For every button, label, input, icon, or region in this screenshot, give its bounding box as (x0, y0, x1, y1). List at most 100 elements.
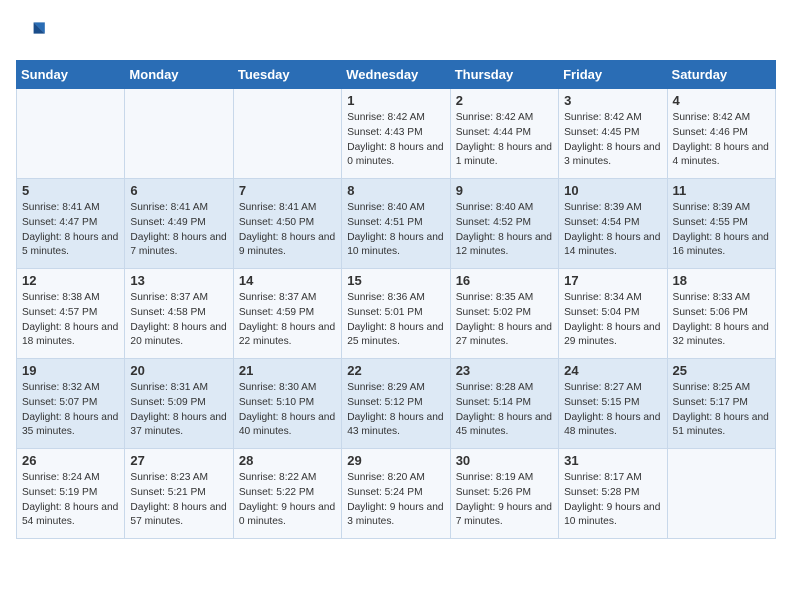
calendar-cell: 25Sunrise: 8:25 AMSunset: 5:17 PMDayligh… (667, 359, 775, 449)
day-number: 31 (564, 453, 661, 468)
day-number: 7 (239, 183, 336, 198)
logo-icon (16, 16, 48, 48)
calendar-cell: 10 Sunrise: 8:39 AMSunset: 4:54 PMDayligh… (559, 179, 667, 269)
calendar-week-row: 5 Sunrise: 8:41 AMSunset: 4:47 PMDaylight… (17, 179, 776, 269)
calendar-cell: 13 Sunrise: 8:37 AMSunset: 4:58 PMDayligh… (125, 269, 233, 359)
calendar-cell: 28 Sunrise: 8:22 AMSunset: 5:22 PMDayligh… (233, 449, 341, 539)
cell-info: Sunrise: 8:33 AMSunset: 5:06 PMDaylight:… (673, 291, 770, 350)
day-number: 27 (130, 453, 227, 468)
day-number: 11 (673, 183, 770, 198)
day-number: 20 (130, 363, 227, 378)
calendar-cell: 23 Sunrise: 8:28 AMSunset: 5:14 PMDayligh… (450, 359, 558, 449)
cell-info: Sunrise: 8:24 AMSunset: 5:19 PMDaylight:… (22, 471, 119, 530)
calendar-cell: 19 Sunrise: 8:32 AMSunset: 5:07 PMDayligh… (17, 359, 125, 449)
calendar-cell: 11 Sunrise: 8:39 AMSunset: 4:55 PMDayligh… (667, 179, 775, 269)
cell-info: Sunrise: 8:22 AMSunset: 5:22 PMDaylight:… (239, 471, 336, 530)
cell-info: Sunrise: 8:41 AMSunset: 4:49 PMDaylight:… (130, 201, 227, 260)
weekday-header-sunday: Sunday (17, 61, 125, 89)
weekday-header-tuesday: Tuesday (233, 61, 341, 89)
calendar-cell: 21 Sunrise: 8:30 AMSunset: 5:10 PMDayligh… (233, 359, 341, 449)
cell-info: Sunrise: 8:29 AMSunset: 5:12 PMDaylight:… (347, 381, 444, 440)
calendar-cell: 31 Sunrise: 8:17 AMSunset: 5:28 PMDayligh… (559, 449, 667, 539)
weekday-header-wednesday: Wednesday (342, 61, 450, 89)
day-number: 29 (347, 453, 444, 468)
cell-info: Sunrise: 8:28 AMSunset: 5:14 PMDaylight:… (456, 381, 553, 440)
calendar-cell (667, 449, 775, 539)
calendar-cell: 20Sunrise: 8:31 AMSunset: 5:09 PMDayligh… (125, 359, 233, 449)
day-number: 26 (22, 453, 119, 468)
calendar-cell: 29 Sunrise: 8:20 AMSunset: 5:24 PMDayligh… (342, 449, 450, 539)
day-number: 28 (239, 453, 336, 468)
day-number: 19 (22, 363, 119, 378)
calendar-cell (125, 89, 233, 179)
day-number: 24 (564, 363, 661, 378)
calendar-week-row: 26 Sunrise: 8:24 AMSunset: 5:19 PMDayligh… (17, 449, 776, 539)
calendar-cell: 17 Sunrise: 8:34 AMSunset: 5:04 PMDayligh… (559, 269, 667, 359)
day-number: 17 (564, 273, 661, 288)
day-number: 30 (456, 453, 553, 468)
weekday-header-row: SundayMondayTuesdayWednesdayThursdayFrid… (17, 61, 776, 89)
day-number: 9 (456, 183, 553, 198)
calendar-cell: 27 Sunrise: 8:23 AMSunset: 5:21 PMDayligh… (125, 449, 233, 539)
calendar-cell: 30Sunrise: 8:19 AMSunset: 5:26 PMDayligh… (450, 449, 558, 539)
day-number: 8 (347, 183, 444, 198)
calendar-cell: 12 Sunrise: 8:38 AMSunset: 4:57 PMDayligh… (17, 269, 125, 359)
calendar-cell: 7Sunrise: 8:41 AMSunset: 4:50 PMDaylight… (233, 179, 341, 269)
day-number: 12 (22, 273, 119, 288)
day-number: 18 (673, 273, 770, 288)
day-number: 23 (456, 363, 553, 378)
calendar-cell: 4 Sunrise: 8:42 AMSunset: 4:46 PMDaylight… (667, 89, 775, 179)
cell-info: Sunrise: 8:34 AMSunset: 5:04 PMDaylight:… (564, 291, 661, 350)
cell-info: Sunrise: 8:40 AMSunset: 4:52 PMDaylight:… (456, 201, 553, 260)
calendar-cell: 6 Sunrise: 8:41 AMSunset: 4:49 PMDaylight… (125, 179, 233, 269)
cell-info: Sunrise: 8:38 AMSunset: 4:57 PMDaylight:… (22, 291, 119, 350)
day-number: 16 (456, 273, 553, 288)
cell-info: Sunrise: 8:42 AMSunset: 4:44 PMDaylight:… (456, 111, 553, 170)
calendar-cell: 22Sunrise: 8:29 AMSunset: 5:12 PMDayligh… (342, 359, 450, 449)
calendar-cell: 9 Sunrise: 8:40 AMSunset: 4:52 PMDaylight… (450, 179, 558, 269)
cell-info: Sunrise: 8:39 AMSunset: 4:54 PMDaylight:… (564, 201, 661, 260)
cell-info: Sunrise: 8:37 AMSunset: 4:58 PMDaylight:… (130, 291, 227, 350)
day-number: 4 (673, 93, 770, 108)
day-number: 15 (347, 273, 444, 288)
cell-info: Sunrise: 8:40 AMSunset: 4:51 PMDaylight:… (347, 201, 444, 260)
weekday-header-saturday: Saturday (667, 61, 775, 89)
calendar-cell: 5 Sunrise: 8:41 AMSunset: 4:47 PMDaylight… (17, 179, 125, 269)
day-number: 14 (239, 273, 336, 288)
cell-info: Sunrise: 8:17 AMSunset: 5:28 PMDaylight:… (564, 471, 661, 530)
cell-info: Sunrise: 8:41 AMSunset: 4:47 PMDaylight:… (22, 201, 119, 260)
cell-info: Sunrise: 8:20 AMSunset: 5:24 PMDaylight:… (347, 471, 444, 530)
calendar-week-row: 12 Sunrise: 8:38 AMSunset: 4:57 PMDayligh… (17, 269, 776, 359)
calendar-cell: 8 Sunrise: 8:40 AMSunset: 4:51 PMDaylight… (342, 179, 450, 269)
calendar-cell: 16 Sunrise: 8:35 AMSunset: 5:02 PMDayligh… (450, 269, 558, 359)
calendar-cell: 26 Sunrise: 8:24 AMSunset: 5:19 PMDayligh… (17, 449, 125, 539)
logo (16, 16, 52, 48)
day-number: 21 (239, 363, 336, 378)
day-number: 13 (130, 273, 227, 288)
weekday-header-monday: Monday (125, 61, 233, 89)
day-number: 2 (456, 93, 553, 108)
weekday-header-friday: Friday (559, 61, 667, 89)
cell-info: Sunrise: 8:35 AMSunset: 5:02 PMDaylight:… (456, 291, 553, 350)
day-number: 5 (22, 183, 119, 198)
cell-info: Sunrise: 8:36 AMSunset: 5:01 PMDaylight:… (347, 291, 444, 350)
cell-info: Sunrise: 8:42 AMSunset: 4:43 PMDaylight:… (347, 111, 444, 170)
calendar-cell: 1Sunrise: 8:42 AMSunset: 4:43 PMDaylight… (342, 89, 450, 179)
day-number: 6 (130, 183, 227, 198)
cell-info: Sunrise: 8:27 AMSunset: 5:15 PMDaylight:… (564, 381, 661, 440)
calendar-cell: 24 Sunrise: 8:27 AMSunset: 5:15 PMDayligh… (559, 359, 667, 449)
day-number: 3 (564, 93, 661, 108)
cell-info: Sunrise: 8:39 AMSunset: 4:55 PMDaylight:… (673, 201, 770, 260)
cell-info: Sunrise: 8:42 AMSunset: 4:46 PMDaylight:… (673, 111, 770, 170)
calendar-cell: 2 Sunrise: 8:42 AMSunset: 4:44 PMDaylight… (450, 89, 558, 179)
cell-info: Sunrise: 8:42 AMSunset: 4:45 PMDaylight:… (564, 111, 661, 170)
calendar-cell (17, 89, 125, 179)
calendar-cell: 15 Sunrise: 8:36 AMSunset: 5:01 PMDayligh… (342, 269, 450, 359)
cell-info: Sunrise: 8:32 AMSunset: 5:07 PMDaylight:… (22, 381, 119, 440)
calendar-cell: 14Sunrise: 8:37 AMSunset: 4:59 PMDayligh… (233, 269, 341, 359)
cell-info: Sunrise: 8:30 AMSunset: 5:10 PMDaylight:… (239, 381, 336, 440)
weekday-header-thursday: Thursday (450, 61, 558, 89)
cell-info: Sunrise: 8:23 AMSunset: 5:21 PMDaylight:… (130, 471, 227, 530)
day-number: 10 (564, 183, 661, 198)
calendar-week-row: 19 Sunrise: 8:32 AMSunset: 5:07 PMDayligh… (17, 359, 776, 449)
